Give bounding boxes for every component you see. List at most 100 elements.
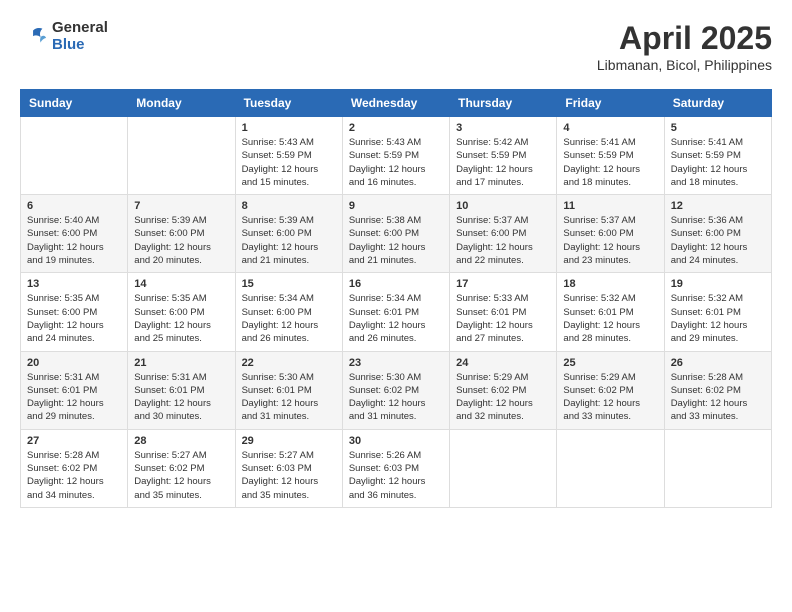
calendar-cell	[557, 429, 664, 507]
calendar-cell: 9 Sunrise: 5:38 AM Sunset: 6:00 PM Daylig…	[342, 195, 449, 273]
day-of-week-header: Thursday	[450, 90, 557, 117]
calendar-cell: 29Sunrise: 5:27 AM Sunset: 6:03 PM Dayli…	[235, 429, 342, 507]
day-info: Sunrise: 5:39 AM Sunset: 6:00 PM Dayligh…	[242, 214, 336, 267]
day-number: 25	[563, 357, 657, 369]
day-number: 24	[456, 357, 550, 369]
day-number: 1	[242, 122, 336, 134]
title-block: April 2025 Libmanan, Bicol, Philippines	[597, 20, 772, 73]
day-number: 2	[349, 122, 443, 134]
day-number: 5	[671, 122, 765, 134]
day-info: Sunrise: 5:28 AM Sunset: 6:02 PM Dayligh…	[671, 371, 765, 424]
calendar-cell	[664, 429, 771, 507]
day-number: 27	[27, 435, 121, 447]
calendar-cell: 2Sunrise: 5:43 AM Sunset: 5:59 PM Daylig…	[342, 117, 449, 195]
day-number: 13	[27, 278, 121, 290]
day-info: Sunrise: 5:28 AM Sunset: 6:02 PM Dayligh…	[27, 449, 121, 502]
day-info: Sunrise: 5:41 AM Sunset: 5:59 PM Dayligh…	[671, 136, 765, 189]
day-number: 17	[456, 278, 550, 290]
day-number: 9	[349, 200, 443, 212]
day-info: Sunrise: 5:32 AM Sunset: 6:01 PM Dayligh…	[671, 292, 765, 345]
calendar-week-row: 1 Sunrise: 5:43 AM Sunset: 5:59 PM Daylig…	[21, 117, 772, 195]
calendar-cell: 12 Sunrise: 5:36 AM Sunset: 6:00 PM Dayli…	[664, 195, 771, 273]
calendar-cell: 11 Sunrise: 5:37 AM Sunset: 6:00 PM Dayli…	[557, 195, 664, 273]
calendar-cell: 24 Sunrise: 5:29 AM Sunset: 6:02 PM Dayli…	[450, 351, 557, 429]
day-info: Sunrise: 5:38 AM Sunset: 6:00 PM Dayligh…	[349, 214, 443, 267]
day-info: Sunrise: 5:39 AM Sunset: 6:00 PM Dayligh…	[134, 214, 228, 267]
day-info: Sunrise: 5:41 AM Sunset: 5:59 PM Dayligh…	[563, 136, 657, 189]
day-of-week-header: Wednesday	[342, 90, 449, 117]
day-number: 28	[134, 435, 228, 447]
calendar-cell: 20 Sunrise: 5:31 AM Sunset: 6:01 PM Dayli…	[21, 351, 128, 429]
calendar-cell: 14 Sunrise: 5:35 AM Sunset: 6:00 PM Dayli…	[128, 273, 235, 351]
calendar-cell: 22 Sunrise: 5:30 AM Sunset: 6:01 PM Dayli…	[235, 351, 342, 429]
day-info: Sunrise: 5:43 AM Sunset: 5:59 PM Dayligh…	[242, 136, 336, 189]
day-of-week-header: Sunday	[21, 90, 128, 117]
day-number: 21	[134, 357, 228, 369]
calendar-cell	[450, 429, 557, 507]
logo-blue: Blue	[52, 37, 108, 54]
calendar-week-row: 20 Sunrise: 5:31 AM Sunset: 6:01 PM Dayli…	[21, 351, 772, 429]
calendar-week-row: 13 Sunrise: 5:35 AM Sunset: 6:00 PM Dayli…	[21, 273, 772, 351]
calendar-cell: 8 Sunrise: 5:39 AM Sunset: 6:00 PM Daylig…	[235, 195, 342, 273]
calendar-cell: 6Sunrise: 5:40 AM Sunset: 6:00 PM Daylig…	[21, 195, 128, 273]
day-info: Sunrise: 5:34 AM Sunset: 6:01 PM Dayligh…	[349, 292, 443, 345]
calendar-cell: 18Sunrise: 5:32 AM Sunset: 6:01 PM Dayli…	[557, 273, 664, 351]
page-header: General Blue April 2025 Libmanan, Bicol,…	[20, 20, 772, 73]
day-info: Sunrise: 5:34 AM Sunset: 6:00 PM Dayligh…	[242, 292, 336, 345]
day-number: 15	[242, 278, 336, 290]
calendar-table: SundayMondayTuesdayWednesdayThursdayFrid…	[20, 89, 772, 508]
day-number: 7	[134, 200, 228, 212]
day-info: Sunrise: 5:35 AM Sunset: 6:00 PM Dayligh…	[27, 292, 121, 345]
day-number: 3	[456, 122, 550, 134]
calendar-cell: 10 Sunrise: 5:37 AM Sunset: 6:00 PM Dayli…	[450, 195, 557, 273]
day-number: 8	[242, 200, 336, 212]
day-info: Sunrise: 5:42 AM Sunset: 5:59 PM Dayligh…	[456, 136, 550, 189]
day-number: 14	[134, 278, 228, 290]
day-number: 18	[563, 278, 657, 290]
day-of-week-header: Saturday	[664, 90, 771, 117]
day-info: Sunrise: 5:27 AM Sunset: 6:03 PM Dayligh…	[242, 449, 336, 502]
day-info: Sunrise: 5:36 AM Sunset: 6:00 PM Dayligh…	[671, 214, 765, 267]
calendar-cell: 17 Sunrise: 5:33 AM Sunset: 6:01 PM Dayli…	[450, 273, 557, 351]
day-info: Sunrise: 5:30 AM Sunset: 6:01 PM Dayligh…	[242, 371, 336, 424]
logo: General Blue	[20, 20, 108, 53]
calendar-cell: 23Sunrise: 5:30 AM Sunset: 6:02 PM Dayli…	[342, 351, 449, 429]
day-info: Sunrise: 5:37 AM Sunset: 6:00 PM Dayligh…	[456, 214, 550, 267]
day-number: 16	[349, 278, 443, 290]
day-number: 26	[671, 357, 765, 369]
calendar-cell: 25Sunrise: 5:29 AM Sunset: 6:02 PM Dayli…	[557, 351, 664, 429]
day-info: Sunrise: 5:29 AM Sunset: 6:02 PM Dayligh…	[456, 371, 550, 424]
calendar-cell: 30 Sunrise: 5:26 AM Sunset: 6:03 PM Dayli…	[342, 429, 449, 507]
day-info: Sunrise: 5:27 AM Sunset: 6:02 PM Dayligh…	[134, 449, 228, 502]
day-number: 12	[671, 200, 765, 212]
location-title: Libmanan, Bicol, Philippines	[597, 57, 772, 73]
day-number: 11	[563, 200, 657, 212]
calendar-cell: 3 Sunrise: 5:42 AM Sunset: 5:59 PM Daylig…	[450, 117, 557, 195]
calendar-cell: 19 Sunrise: 5:32 AM Sunset: 6:01 PM Dayli…	[664, 273, 771, 351]
calendar-cell: 7 Sunrise: 5:39 AM Sunset: 6:00 PM Daylig…	[128, 195, 235, 273]
day-info: Sunrise: 5:31 AM Sunset: 6:01 PM Dayligh…	[134, 371, 228, 424]
day-number: 10	[456, 200, 550, 212]
calendar-cell: 15 Sunrise: 5:34 AM Sunset: 6:00 PM Dayli…	[235, 273, 342, 351]
day-number: 19	[671, 278, 765, 290]
day-info: Sunrise: 5:33 AM Sunset: 6:01 PM Dayligh…	[456, 292, 550, 345]
calendar-week-row: 27 Sunrise: 5:28 AM Sunset: 6:02 PM Dayli…	[21, 429, 772, 507]
month-title: April 2025	[597, 20, 772, 57]
day-number: 30	[349, 435, 443, 447]
calendar-cell: 4 Sunrise: 5:41 AM Sunset: 5:59 PM Daylig…	[557, 117, 664, 195]
day-info: Sunrise: 5:30 AM Sunset: 6:02 PM Dayligh…	[349, 371, 443, 424]
calendar-cell: 16 Sunrise: 5:34 AM Sunset: 6:01 PM Dayli…	[342, 273, 449, 351]
day-number: 6	[27, 200, 121, 212]
day-number: 22	[242, 357, 336, 369]
day-number: 20	[27, 357, 121, 369]
calendar-cell: 5 Sunrise: 5:41 AM Sunset: 5:59 PM Daylig…	[664, 117, 771, 195]
logo-general: General	[52, 20, 108, 37]
calendar-cell: 13 Sunrise: 5:35 AM Sunset: 6:00 PM Dayli…	[21, 273, 128, 351]
day-of-week-header: Friday	[557, 90, 664, 117]
day-info: Sunrise: 5:31 AM Sunset: 6:01 PM Dayligh…	[27, 371, 121, 424]
day-info: Sunrise: 5:37 AM Sunset: 6:00 PM Dayligh…	[563, 214, 657, 267]
day-info: Sunrise: 5:26 AM Sunset: 6:03 PM Dayligh…	[349, 449, 443, 502]
calendar-cell: 1 Sunrise: 5:43 AM Sunset: 5:59 PM Daylig…	[235, 117, 342, 195]
day-info: Sunrise: 5:35 AM Sunset: 6:00 PM Dayligh…	[134, 292, 228, 345]
day-number: 4	[563, 122, 657, 134]
